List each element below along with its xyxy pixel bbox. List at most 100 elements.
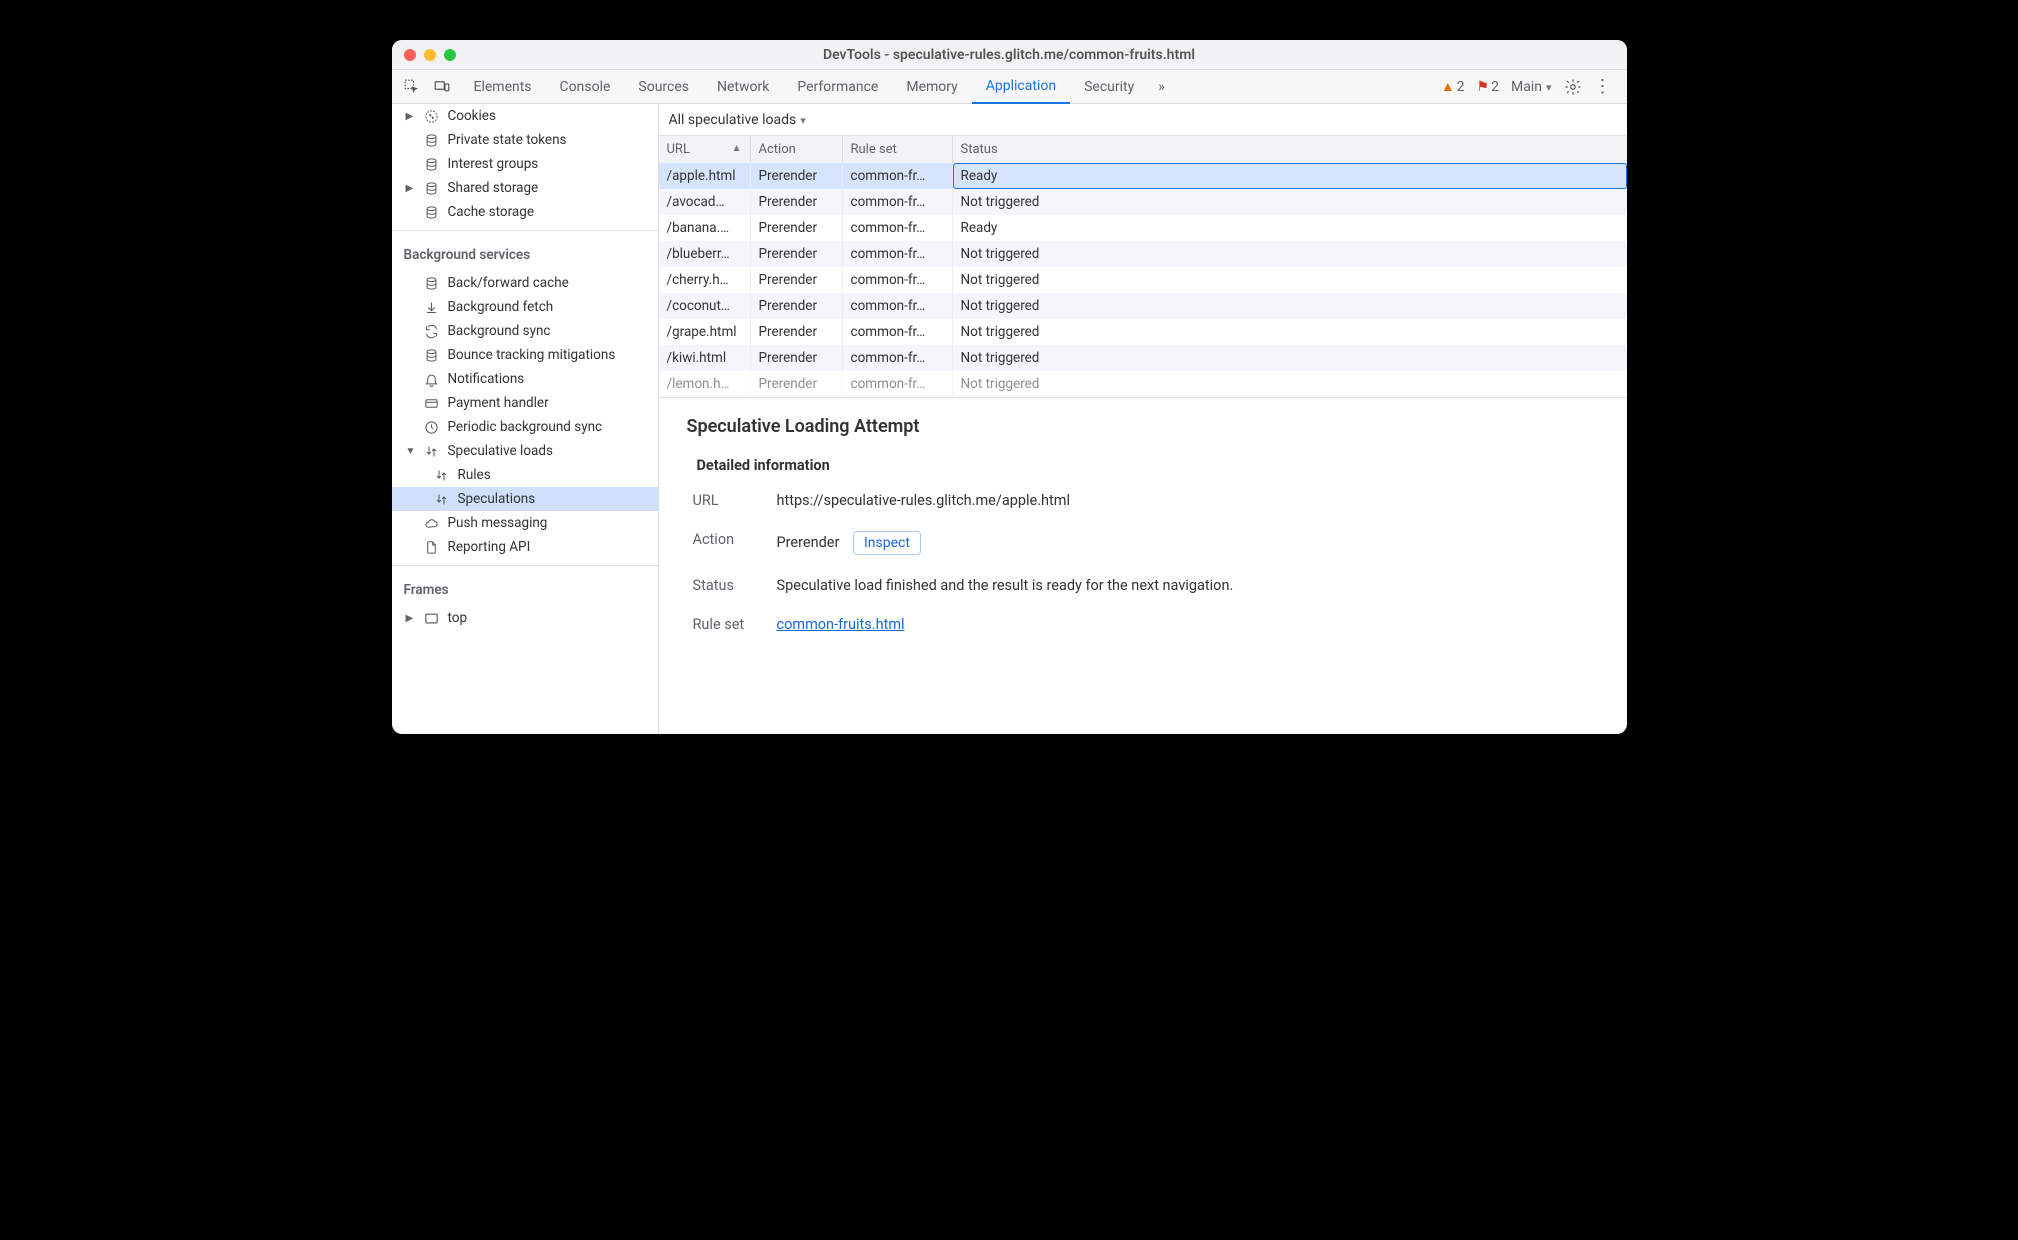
- sidebar-item-bounce-tracking-mitigations[interactable]: Bounce tracking mitigations: [392, 343, 658, 367]
- detail-panel: Speculative Loading Attempt Detailed inf…: [659, 398, 1627, 655]
- cell-url: /lemon.h…: [659, 371, 751, 397]
- sidebar-item-label: Interest groups: [448, 156, 539, 172]
- column-header-status[interactable]: Status: [953, 136, 1627, 163]
- titlebar: DevTools - speculative-rules.glitch.me/c…: [392, 40, 1627, 70]
- tab-application[interactable]: Application: [972, 70, 1070, 104]
- sidebar-item-reporting-api[interactable]: Reporting API: [392, 535, 658, 559]
- sidebar-item-background-sync[interactable]: Background sync: [392, 319, 658, 343]
- column-header-action[interactable]: Action: [751, 136, 843, 163]
- caret-icon: ▶: [406, 613, 416, 624]
- sync-icon: [424, 323, 440, 339]
- sidebar-item-speculative-loads[interactable]: ▼Speculative loads: [392, 439, 658, 463]
- sidebar-item-interest-groups[interactable]: Interest groups: [392, 152, 658, 176]
- settings-gear-icon[interactable]: [1564, 78, 1582, 96]
- sidebar-item-back-forward-cache[interactable]: Back/forward cache: [392, 271, 658, 295]
- tab-sources[interactable]: Sources: [624, 70, 703, 104]
- sidebar-item-label: Bounce tracking mitigations: [448, 347, 616, 363]
- cell-ruleset: common-fr…: [843, 293, 953, 319]
- sidebar-item-frames-top[interactable]: ▶ top: [392, 606, 658, 630]
- detail-url-label: URL: [693, 492, 763, 509]
- db-icon: [424, 347, 440, 363]
- table-row[interactable]: /apple.htmlPrerendercommon-fr…Ready: [659, 163, 1627, 189]
- table-row[interactable]: /blueberr…Prerendercommon-fr…Not trigger…: [659, 241, 1627, 267]
- sidebar-item-label: Speculations: [458, 491, 536, 507]
- table-row[interactable]: /coconut…Prerendercommon-fr…Not triggere…: [659, 293, 1627, 319]
- inspect-element-icon[interactable]: [398, 73, 426, 101]
- sidebar-item-label: Cookies: [448, 108, 496, 124]
- sidebar-item-label: Speculative loads: [448, 443, 553, 459]
- window-title: DevTools - speculative-rules.glitch.me/c…: [392, 47, 1627, 63]
- sidebar-item-speculations[interactable]: Speculations: [392, 487, 658, 511]
- cell-status: Not triggered: [953, 371, 1627, 397]
- cloud-icon: [424, 515, 440, 531]
- table-row[interactable]: /avocad…Prerendercommon-fr…Not triggered: [659, 189, 1627, 215]
- minimize-window-button[interactable]: [424, 49, 436, 61]
- cell-action: Prerender: [751, 163, 843, 189]
- device-toolbar-icon[interactable]: [428, 73, 456, 101]
- sidebar-item-cookies[interactable]: ▶ Cookies: [392, 104, 658, 128]
- kebab-menu-icon[interactable]: ⋮: [1594, 76, 1613, 97]
- table-row[interactable]: /grape.htmlPrerendercommon-fr…Not trigge…: [659, 319, 1627, 345]
- column-header-url[interactable]: URL▲: [659, 136, 751, 163]
- sidebar-item-label: Payment handler: [448, 395, 549, 411]
- cell-ruleset: common-fr…: [843, 319, 953, 345]
- context-selector[interactable]: Main: [1511, 79, 1552, 95]
- table-row[interactable]: /cherry.h…Prerendercommon-fr…Not trigger…: [659, 267, 1627, 293]
- cell-ruleset: common-fr…: [843, 241, 953, 267]
- sidebar-group-background-services: Background services: [392, 237, 658, 271]
- detail-heading: Speculative Loading Attempt: [687, 416, 1599, 437]
- cell-status: Not triggered: [953, 319, 1627, 345]
- spec-icon: [424, 443, 440, 459]
- detail-status-value: Speculative load finished and the result…: [777, 577, 1599, 594]
- filter-bar[interactable]: All speculative loads: [659, 104, 1627, 136]
- inspect-button[interactable]: Inspect: [853, 531, 921, 555]
- sidebar-item-payment-handler[interactable]: Payment handler: [392, 391, 658, 415]
- sidebar-item-label: Private state tokens: [448, 132, 567, 148]
- cell-status: Ready: [953, 163, 1627, 189]
- sidebar-item-private-state-tokens[interactable]: Private state tokens: [392, 128, 658, 152]
- db-icon: [424, 180, 440, 196]
- cell-action: Prerender: [751, 345, 843, 371]
- cell-action: Prerender: [751, 215, 843, 241]
- speculations-table: URL▲ActionRule setStatus /apple.htmlPrer…: [659, 136, 1627, 398]
- table-row[interactable]: /lemon.h…Prerendercommon-fr…Not triggere…: [659, 371, 1627, 397]
- sidebar-item-notifications[interactable]: Notifications: [392, 367, 658, 391]
- tab-elements[interactable]: Elements: [460, 70, 546, 104]
- warnings-badge[interactable]: ▲2: [1441, 78, 1465, 95]
- close-window-button[interactable]: [404, 49, 416, 61]
- detail-status-label: Status: [693, 577, 763, 594]
- sidebar-item-cache-storage[interactable]: Cache storage: [392, 200, 658, 224]
- down-icon: [424, 299, 440, 315]
- more-tabs-chevron-icon[interactable]: »: [1158, 79, 1165, 95]
- tab-security[interactable]: Security: [1070, 70, 1148, 104]
- tab-console[interactable]: Console: [546, 70, 625, 104]
- file-icon: [424, 539, 440, 555]
- zoom-window-button[interactable]: [444, 49, 456, 61]
- sidebar-group-frames: Frames: [392, 572, 658, 606]
- tab-network[interactable]: Network: [703, 70, 783, 104]
- main-panel: All speculative loads URL▲ActionRule set…: [659, 104, 1627, 734]
- tab-memory[interactable]: Memory: [892, 70, 971, 104]
- sidebar-item-shared-storage[interactable]: ▶Shared storage: [392, 176, 658, 200]
- sidebar-item-label: Background sync: [448, 323, 551, 339]
- cell-url: /kiwi.html: [659, 345, 751, 371]
- frame-icon: [424, 610, 440, 626]
- cell-url: /avocad…: [659, 189, 751, 215]
- cell-status: Not triggered: [953, 267, 1627, 293]
- tab-performance[interactable]: Performance: [783, 70, 892, 104]
- db-icon: [424, 132, 440, 148]
- sidebar-item-push-messaging[interactable]: Push messaging: [392, 511, 658, 535]
- sidebar-item-periodic-background-sync[interactable]: Periodic background sync: [392, 415, 658, 439]
- sidebar-item-rules[interactable]: Rules: [392, 463, 658, 487]
- table-row[interactable]: /banana.…Prerendercommon-fr…Ready: [659, 215, 1627, 241]
- sidebar-item-background-fetch[interactable]: Background fetch: [392, 295, 658, 319]
- filter-dropdown[interactable]: All speculative loads: [669, 112, 806, 128]
- detail-ruleset-label: Rule set: [693, 616, 763, 633]
- application-sidebar: ▶ Cookies Private state tokens Interest gro…: [392, 104, 659, 734]
- table-row[interactable]: /kiwi.htmlPrerendercommon-fr…Not trigger…: [659, 345, 1627, 371]
- column-header-rule-set[interactable]: Rule set: [843, 136, 953, 163]
- detail-ruleset-link[interactable]: common-fruits.html: [777, 616, 905, 633]
- cookie-icon: [424, 108, 440, 124]
- caret-icon: ▶: [406, 111, 416, 122]
- issues-badge[interactable]: ⚑2: [1477, 79, 1499, 95]
